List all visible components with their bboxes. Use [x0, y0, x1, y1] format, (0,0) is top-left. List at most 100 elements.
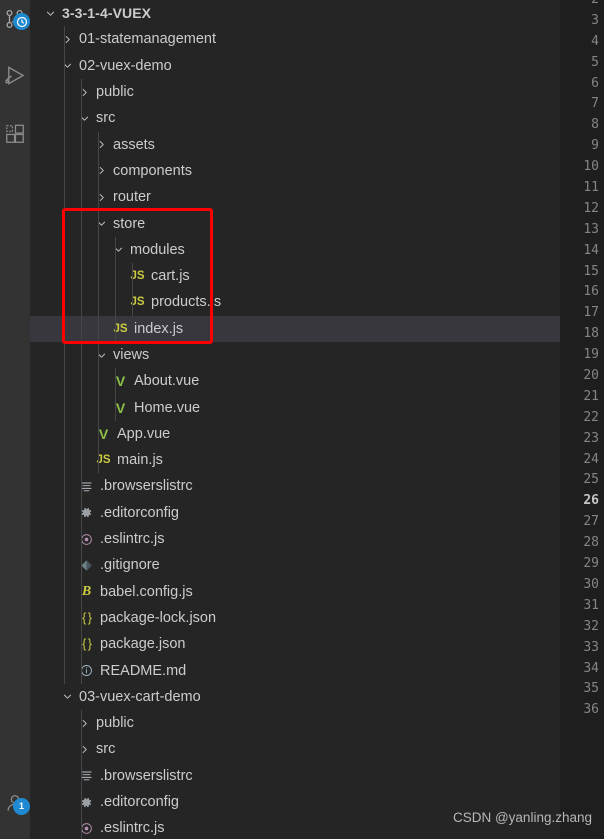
line-numbers-list: 2345678910111213141516171819202122232425… — [560, 0, 604, 721]
indent-guide — [132, 263, 133, 316]
git-icon — [76, 552, 97, 578]
tree-file-row[interactable]: { } package.json — [30, 631, 560, 657]
js-file-icon: JS — [113, 322, 128, 335]
tree-folder-row[interactable]: 02-vuex-demo — [30, 53, 560, 79]
tree-folder-row[interactable]: router — [30, 184, 560, 210]
tree-row-label: components — [113, 162, 192, 179]
line-number: 31 — [583, 597, 599, 613]
tree-file-row[interactable]: JS index.js — [30, 315, 560, 342]
chevron-right-icon[interactable] — [93, 158, 110, 184]
extensions-icon[interactable] — [0, 117, 30, 151]
tree-folder-row[interactable]: assets — [30, 131, 560, 157]
tree-folder-row[interactable]: views — [30, 342, 560, 368]
tree-row-label: views — [113, 347, 150, 363]
line-number: 12 — [583, 200, 599, 216]
tree-row-label: App.vue — [117, 425, 171, 442]
chevron-down-icon[interactable] — [93, 342, 110, 368]
chevron-down-icon[interactable] — [42, 0, 59, 26]
source-control-icon[interactable] — [0, 2, 30, 36]
js-file-icon: JS — [96, 454, 111, 467]
vue-file-icon: V — [98, 425, 109, 442]
line-number: 10 — [583, 159, 599, 175]
sync-clock-badge-icon — [13, 13, 30, 30]
tree-row-label: .gitignore — [100, 557, 160, 574]
tree-file-row[interactable]: V About.vue — [30, 368, 560, 394]
chevron-right-icon[interactable] — [93, 131, 110, 157]
line-number: 21 — [583, 388, 599, 404]
line-number: 25 — [583, 472, 599, 488]
tree-file-row[interactable]: JS products.js — [30, 289, 560, 315]
tree-row-label: src — [96, 110, 116, 127]
line-number: 5 — [591, 54, 599, 70]
tree-row-label: 03-vuex-cart-demo — [79, 688, 201, 705]
file-explorer-tree[interactable]: 3-3-1-4-VUEX 01-statemanagement 02-vuex-de… — [30, 0, 560, 839]
tree-row-label: .editorconfig — [100, 504, 179, 521]
vue-file-icon: V — [115, 373, 126, 390]
line-number: 19 — [583, 347, 599, 363]
js-file-icon: JS — [130, 296, 145, 309]
chevron-down-icon[interactable] — [93, 210, 110, 236]
indent-guide — [98, 131, 99, 474]
line-number: 4 — [591, 33, 599, 49]
tree-row-label: src — [96, 741, 116, 758]
line-number: 22 — [583, 409, 599, 425]
tree-file-row[interactable]: JS cart.js — [30, 263, 560, 289]
json-file-icon: { } — [82, 637, 92, 652]
gear-icon — [76, 500, 97, 526]
chevron-right-icon[interactable] — [76, 710, 93, 736]
chevron-down-icon[interactable] — [76, 105, 93, 131]
chevron-down-icon[interactable] — [110, 237, 127, 263]
tree-folder-row[interactable]: 03-vuex-cart-demo — [30, 684, 560, 710]
tree-file-row[interactable]: JS main.js — [30, 447, 560, 473]
run-and-debug-icon[interactable] — [0, 58, 30, 92]
tree-folder-row[interactable]: 3-3-1-4-VUEX — [30, 0, 560, 26]
eslint-icon — [76, 526, 97, 552]
tree-file-row[interactable]: README.md — [30, 657, 560, 683]
tree-file-row[interactable]: .browserslistrc — [30, 473, 560, 499]
tree-row-label: router — [113, 189, 151, 206]
tree-folder-row[interactable]: src — [30, 105, 560, 131]
line-number: 6 — [591, 75, 599, 91]
chevron-right-icon[interactable] — [59, 26, 76, 52]
indent-guide — [81, 710, 82, 839]
account-icon[interactable]: 1 — [0, 786, 30, 820]
line-number: 23 — [583, 430, 599, 446]
tree-file-row[interactable]: .eslintrc.js — [30, 526, 560, 552]
tree-folder-row[interactable]: 01-statemanagement — [30, 26, 560, 52]
chevron-down-icon[interactable] — [59, 684, 76, 710]
tree-row-label: package-lock.json — [100, 609, 217, 626]
tree-folder-row[interactable]: public — [30, 710, 560, 736]
line-number: 36 — [583, 702, 599, 718]
vue-file-icon: V — [115, 399, 126, 416]
line-number: 17 — [583, 305, 599, 321]
line-number: 9 — [591, 138, 599, 154]
chevron-right-icon[interactable] — [93, 184, 110, 210]
tree-file-row[interactable]: Bbabel.config.js — [30, 579, 560, 605]
line-number: 14 — [583, 242, 599, 258]
line-number: 13 — [583, 221, 599, 237]
activity-bar: 1 — [0, 0, 30, 839]
tree-file-row[interactable]: .gitignore — [30, 552, 560, 578]
watermark-text: CSDN @yanling.zhang — [452, 810, 592, 825]
chevron-right-icon[interactable] — [76, 736, 93, 762]
line-number: 18 — [583, 326, 599, 342]
tree-folder-row[interactable]: public — [30, 79, 560, 105]
tree-folder-row[interactable]: store — [30, 210, 560, 236]
tree-file-row[interactable]: V App.vue — [30, 421, 560, 447]
tree-file-row[interactable]: .browserslistrc — [30, 763, 560, 789]
tree-rows-container: 3-3-1-4-VUEX 01-statemanagement 02-vuex-de… — [30, 0, 560, 839]
tree-row-label: .browserslistrc — [100, 767, 193, 784]
tree-folder-row[interactable]: modules — [30, 237, 560, 263]
tree-folder-row[interactable]: src — [30, 736, 560, 762]
tree-file-row[interactable]: .editorconfig — [30, 500, 560, 526]
tree-row-label: index.js — [134, 320, 184, 337]
tree-row-label: store — [113, 215, 146, 232]
chevron-right-icon[interactable] — [76, 79, 93, 105]
tree-file-row[interactable]: { } package-lock.json — [30, 605, 560, 631]
line-number: 7 — [591, 96, 599, 112]
tree-row-label: public — [96, 84, 134, 101]
line-number: 24 — [583, 451, 599, 467]
chevron-down-icon[interactable] — [59, 53, 76, 79]
tree-folder-row[interactable]: components — [30, 158, 560, 184]
tree-file-row[interactable]: V Home.vue — [30, 394, 560, 420]
